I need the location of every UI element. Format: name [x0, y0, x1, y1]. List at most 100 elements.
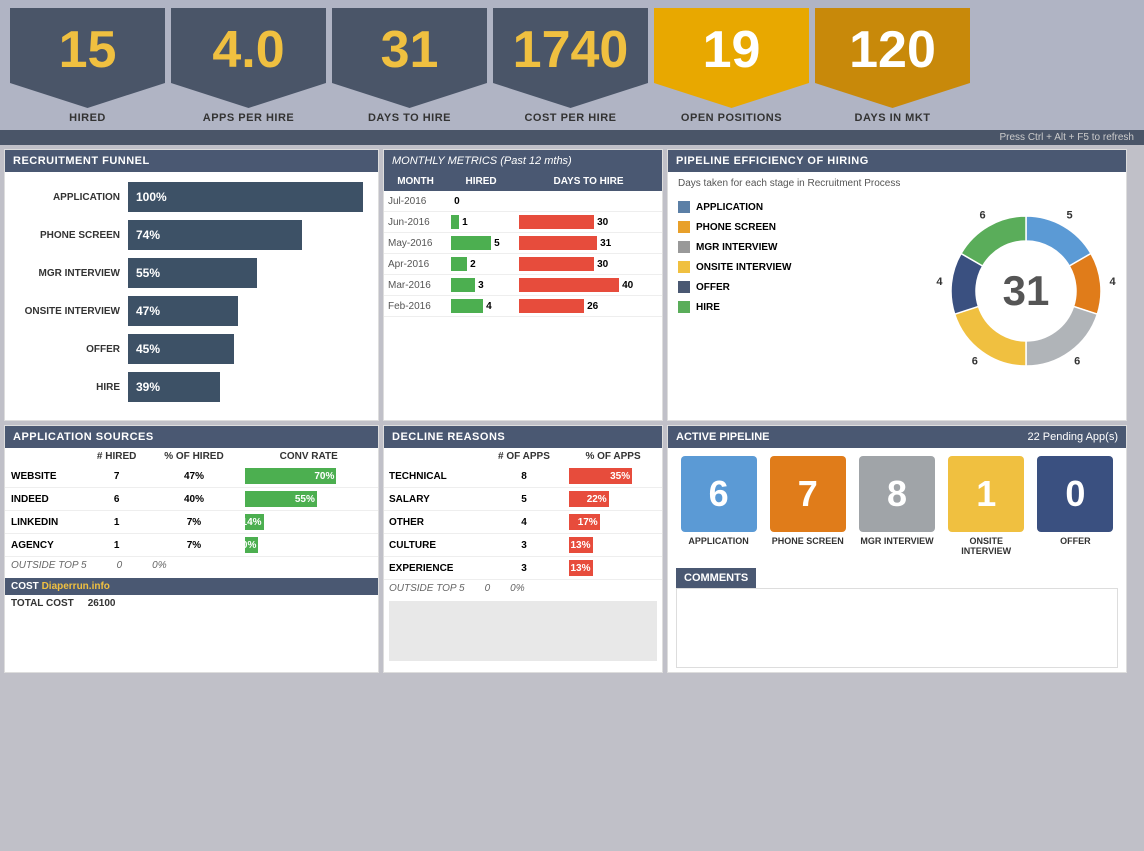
- funnel-bar-container: 47%: [128, 296, 363, 326]
- monthly-month: Feb-2016: [384, 296, 447, 317]
- sources-col-hired: # HIRED: [85, 448, 149, 465]
- funnel-row: APPLICATION 100%: [20, 182, 363, 212]
- active-title: ACTIVE PIPELINE: [676, 431, 770, 443]
- kpi-cost-value: 1740: [513, 24, 629, 92]
- legend-item: OFFER: [678, 281, 921, 293]
- sources-col-pct: % OF HIRED: [149, 448, 240, 465]
- monthly-month: Apr-2016: [384, 254, 447, 275]
- decline-reason: TECHNICAL: [384, 465, 484, 488]
- monthly-hired-cell: 3: [447, 275, 515, 296]
- funnel-row-label: OFFER: [20, 344, 120, 355]
- sources-col-source: [5, 448, 85, 465]
- decline-apps: 4: [484, 511, 564, 534]
- source-hired: 1: [85, 534, 149, 557]
- hired-val: 0: [454, 196, 460, 207]
- pipeline-box-num: 0: [1037, 456, 1113, 532]
- pipeline-box-label: MGR INTERVIEW: [860, 536, 933, 546]
- pipeline-header: PIPELINE EFFICIENCY OF HIRING: [668, 150, 1126, 172]
- legend-item: PHONE SCREEN: [678, 221, 921, 233]
- monthly-table: MONTH HIRED DAYS TO HIRE Jul-2016 0 Jun-…: [384, 172, 662, 317]
- days-bar-container: 30: [519, 257, 658, 271]
- source-pct: 7%: [149, 534, 240, 557]
- source-hired: 7: [85, 465, 149, 488]
- decline-col-reason: [384, 448, 484, 465]
- funnel-bar: 100%: [128, 182, 363, 212]
- source-conv-cell: 14%: [239, 511, 378, 534]
- legend-label: HIRE: [696, 302, 720, 313]
- donut-chart: 546646 31: [936, 201, 1116, 381]
- monthly-header: MONTHLY METRICS (Past 12 mths): [384, 150, 662, 172]
- conv-val: 14%: [242, 517, 262, 528]
- legend-label: PHONE SCREEN: [696, 222, 776, 233]
- comments-box: [676, 588, 1118, 668]
- main-dashboard: RECRUITMENT FUNNEL APPLICATION 100% PHON…: [0, 145, 1144, 677]
- decline-col-pct: % OF APPS: [564, 448, 662, 465]
- pct-bar: 22%: [569, 491, 609, 507]
- source-conv-cell: 55%: [239, 488, 378, 511]
- active-header: ACTIVE PIPELINE 22 Pending App(s): [668, 426, 1126, 448]
- pipeline-box-num: 1: [948, 456, 1024, 532]
- donut-segment: [1026, 306, 1097, 366]
- monthly-table-container: MONTH HIRED DAYS TO HIRE Jul-2016 0 Jun-…: [384, 172, 662, 317]
- monthly-row: Jul-2016 0: [384, 191, 662, 212]
- donut-label: 6: [979, 210, 985, 222]
- monthly-month: Jun-2016: [384, 212, 447, 233]
- funnel-row: MGR INTERVIEW 55%: [20, 258, 363, 288]
- decline-apps: 8: [484, 465, 564, 488]
- monthly-col-days: DAYS TO HIRE: [515, 172, 662, 191]
- hired-bar: [451, 236, 491, 250]
- funnel-row: ONSITE INTERVIEW 47%: [20, 296, 363, 326]
- legend-item: APPLICATION: [678, 201, 921, 213]
- kpi-apps-badge: 4.0: [171, 8, 326, 108]
- pct-val: 17%: [578, 517, 598, 528]
- sources-panel: APPLICATION SOURCES # HIRED % OF HIRED C…: [4, 425, 379, 673]
- decline-apps: 5: [484, 488, 564, 511]
- funnel-row-label: HIRE: [20, 382, 120, 393]
- source-pct: 7%: [149, 511, 240, 534]
- kpi-apps-label: APPS PER HIRE: [203, 108, 294, 130]
- legend-item: ONSITE INTERVIEW: [678, 261, 921, 273]
- decline-apps: 3: [484, 534, 564, 557]
- funnel-content: APPLICATION 100% PHONE SCREEN 74% MGR IN…: [5, 172, 378, 420]
- days-bar-container: [519, 194, 658, 208]
- kpi-open-positions: 19 OPEN POSITIONS: [654, 8, 809, 130]
- donut-label: 6: [972, 355, 978, 367]
- kpi-days-to-hire: 31 DAYS TO HIRE: [332, 8, 487, 130]
- source-pct: 47%: [149, 465, 240, 488]
- funnel-bar-text: 74%: [136, 228, 160, 242]
- kpi-days-mkt: 120 DAYS IN MKT: [815, 8, 970, 130]
- decline-apps: 3: [484, 557, 564, 580]
- kpi-cost-badge: 1740: [493, 8, 648, 108]
- days-bar: [519, 236, 597, 250]
- source-conv-cell: 70%: [239, 465, 378, 488]
- conv-val: 55%: [295, 494, 315, 505]
- funnel-row: OFFER 45%: [20, 334, 363, 364]
- monthly-days-cell: [515, 191, 662, 212]
- sources-header: APPLICATION SOURCES: [5, 426, 378, 448]
- hired-bar-container: 4: [451, 299, 511, 313]
- recruitment-funnel-panel: RECRUITMENT FUNNEL APPLICATION 100% PHON…: [4, 149, 379, 421]
- monthly-col-hired: HIRED: [447, 172, 515, 191]
- kpi-open-label: OPEN POSITIONS: [681, 108, 782, 130]
- hired-bar-container: 0: [451, 194, 511, 208]
- conv-bar: 55%: [245, 491, 317, 507]
- refresh-hint-bar: Press Ctrl + Alt + F5 to refresh: [0, 130, 1144, 145]
- pipeline-box: 7 PHONE SCREEN: [765, 456, 850, 556]
- hired-val: 2: [470, 259, 476, 270]
- legend-label: ONSITE INTERVIEW: [696, 262, 791, 273]
- pipeline-content: APPLICATION PHONE SCREEN MGR INTERVIEW O…: [668, 191, 1126, 391]
- donut-center-value: 31: [1003, 267, 1050, 315]
- funnel-bar-text: 100%: [136, 190, 167, 204]
- monthly-hired-cell: 1: [447, 212, 515, 233]
- conv-val: 70%: [314, 471, 334, 482]
- days-bar: [519, 215, 594, 229]
- source-row: LINKEDIN 1 7% 14%: [5, 511, 378, 534]
- monthly-days-cell: 40: [515, 275, 662, 296]
- monthly-row: May-2016 5 31: [384, 233, 662, 254]
- monthly-month: Jul-2016: [384, 191, 447, 212]
- monthly-row: Mar-2016 3 40: [384, 275, 662, 296]
- donut-label: 5: [1066, 210, 1072, 222]
- pipeline-box-label: PHONE SCREEN: [772, 536, 844, 546]
- pipeline-box: 6 APPLICATION: [676, 456, 761, 556]
- days-val: 30: [597, 217, 608, 228]
